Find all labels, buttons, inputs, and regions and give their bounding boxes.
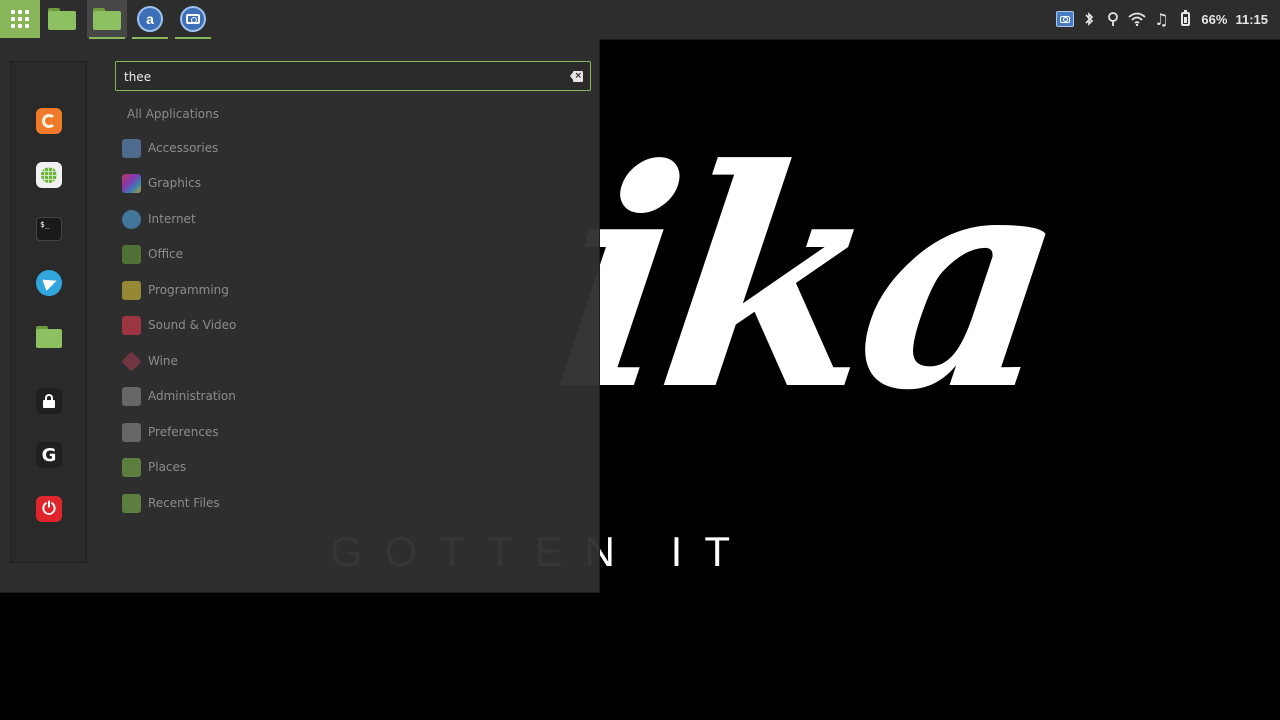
category-office[interactable]: Office — [122, 242, 183, 266]
taskbar-files-button[interactable] — [42, 0, 82, 38]
category-label: Places — [148, 460, 187, 474]
grid-icon — [11, 10, 29, 28]
camera-icon — [180, 6, 206, 32]
favorite-firefox[interactable] — [35, 107, 63, 135]
category-preferences[interactable]: Preferences — [122, 420, 219, 444]
telegram-icon — [36, 270, 62, 296]
category-administration[interactable]: Administration — [122, 384, 236, 408]
category-label: Recent Files — [148, 496, 220, 510]
terminal-icon: $_ — [36, 217, 62, 241]
clock[interactable]: 11:15 — [1231, 12, 1272, 27]
system-tray: ♫ 66% 11:15 — [1053, 0, 1280, 38]
favorite-terminal[interactable]: $_ — [35, 215, 63, 243]
wifi-icon — [1128, 12, 1147, 26]
folder-icon — [36, 326, 62, 348]
category-label: Internet — [148, 212, 196, 226]
favorite-files[interactable] — [35, 323, 63, 351]
category-label: Sound & Video — [148, 318, 237, 332]
wallpaper-script-text: ika — [539, 103, 1076, 456]
category-label: Programming — [148, 283, 229, 297]
graphics-icon — [122, 173, 141, 193]
logout-icon: G — [36, 442, 62, 468]
administration-icon — [122, 386, 141, 406]
sound-tray-button[interactable]: ♫ — [1149, 0, 1173, 38]
category-label: Graphics — [148, 176, 201, 190]
folder-icon — [48, 8, 76, 30]
category-label: Administration — [148, 389, 236, 403]
wine-icon — [121, 350, 142, 372]
category-label: Office — [148, 247, 184, 261]
places-icon — [122, 457, 141, 477]
taskbar-screenshot-button[interactable] — [173, 0, 213, 39]
category-programming[interactable]: Programming — [122, 278, 229, 302]
software-manager-icon — [36, 162, 62, 188]
search-input[interactable] — [124, 67, 554, 87]
category-recent-files[interactable]: Recent Files — [122, 491, 220, 515]
firefox-icon — [36, 108, 62, 134]
favorites-sidebar: $_ G ⏻ — [10, 61, 87, 563]
category-all-applications[interactable]: All Applications — [127, 107, 219, 121]
lock-icon — [36, 388, 62, 414]
recent-files-icon — [122, 493, 141, 513]
battery-tray-button[interactable] — [1173, 0, 1197, 38]
battery-percent: 66% — [1201, 11, 1228, 27]
category-graphics[interactable]: Graphics — [122, 171, 201, 195]
quit-button[interactable]: ⏻ — [35, 495, 63, 523]
folder-icon — [93, 8, 121, 30]
menu-button[interactable] — [0, 0, 40, 38]
favorite-telegram[interactable] — [35, 269, 63, 297]
screenshot-icon — [1056, 11, 1075, 27]
logout-button[interactable]: G — [35, 441, 63, 469]
bluetooth-tray-button[interactable] — [1077, 0, 1101, 38]
sound-video-icon — [122, 315, 141, 335]
favorite-software-manager[interactable] — [35, 161, 63, 189]
bluetooth-icon — [1085, 12, 1094, 26]
category-label: Preferences — [148, 425, 219, 439]
clear-search-button[interactable]: × — [570, 71, 583, 82]
search-box: × — [115, 61, 591, 91]
app-a-icon: a — [137, 6, 163, 32]
preferences-icon — [122, 422, 141, 442]
taskbar-app-a-button[interactable]: a — [130, 0, 170, 39]
category-label: Wine — [148, 354, 178, 368]
battery-icon — [1180, 10, 1190, 26]
programming-icon — [122, 280, 141, 300]
power-icon: ⏻ — [36, 496, 62, 522]
internet-icon — [122, 209, 141, 229]
accessories-icon — [122, 138, 141, 158]
category-sound-video[interactable]: Sound & Video — [122, 313, 236, 337]
category-internet[interactable]: Internet — [122, 207, 196, 231]
location-tray-button[interactable] — [1101, 0, 1125, 38]
lock-screen-button[interactable] — [35, 387, 63, 415]
category-places[interactable]: Places — [122, 455, 186, 479]
category-accessories[interactable]: Accessories — [122, 136, 218, 160]
top-panel: a ♫ 66% 11:15 — [0, 0, 1280, 40]
screenshot-tray-button[interactable] — [1053, 0, 1077, 38]
wifi-tray-button[interactable] — [1125, 0, 1149, 38]
music-icon: ♫ — [1154, 9, 1169, 29]
taskbar-files-window-button[interactable] — [87, 0, 127, 39]
location-icon — [1108, 12, 1119, 26]
office-icon — [122, 244, 141, 264]
application-menu: $_ G ⏻ × All Applications — [0, 39, 600, 593]
category-wine[interactable]: Wine — [121, 349, 178, 373]
category-label: Accessories — [148, 141, 219, 155]
